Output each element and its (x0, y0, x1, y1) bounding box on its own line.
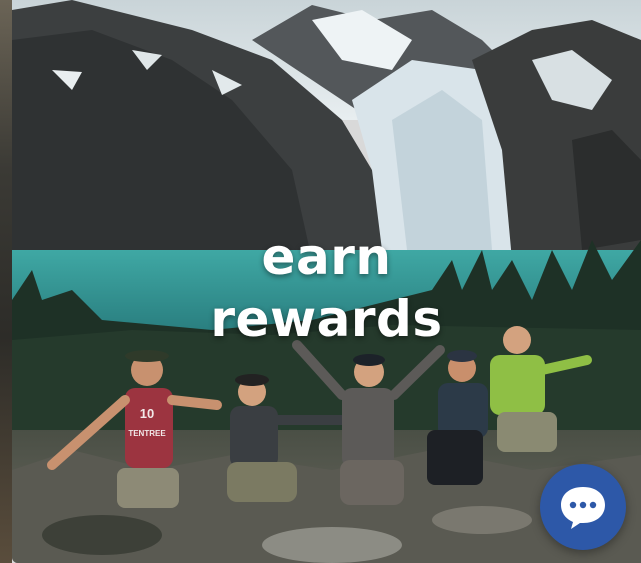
chat-widget-button[interactable] (540, 464, 626, 550)
chat-bubble-icon (561, 487, 605, 529)
shirt-logo-number: 10 (140, 406, 154, 421)
hero-banner: 10 TENTREE earn rewards (12, 0, 641, 563)
headline-line-1: earn (261, 228, 392, 286)
adjacent-slide-edge (0, 0, 12, 563)
shirt-logo-text: TENTREE (128, 429, 166, 438)
headline-line-2: rewards (210, 290, 443, 348)
